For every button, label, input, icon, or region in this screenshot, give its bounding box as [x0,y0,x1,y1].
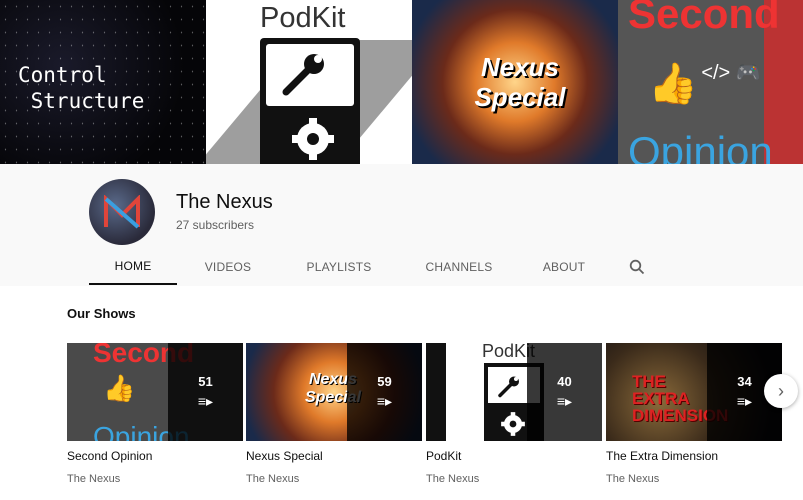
tab-about[interactable]: ABOUT [514,249,614,285]
show-title[interactable]: PodKit [426,449,602,463]
wrench-icon [498,376,519,398]
playlist-count-overlay: 59 ≡▸ [347,343,422,441]
home-content: Our Shows Second 👍 Opinion 51 ≡▸ Second … [0,286,803,500]
show-card[interactable]: Nexus Special 59 ≡▸ Nexus Special The Ne… [246,343,422,485]
playlist-thumbnail[interactable]: Second 👍 Opinion 51 ≡▸ [67,343,243,441]
next-arrow-button[interactable]: › [764,374,798,408]
thumbs-up-icon: 👍 [103,373,136,403]
show-card[interactable]: Second 👍 Opinion 51 ≡▸ Second Opinion Th… [67,343,243,485]
playlist-icon: ≡▸ [197,393,214,409]
video-count: 34 [737,374,752,389]
channel-tabs: HOME VIDEOS PLAYLISTS CHANNELS ABOUT [89,249,650,285]
banner-tile-second-opinion: Second 👍 </> 🎮 Opinion [618,0,803,164]
channel-header: The Nexus 27 subscribers HOME VIDEOS PLA… [0,164,803,286]
banner-tile-text: PodKit [260,2,346,34]
subscriber-count: 27 subscribers [176,218,255,232]
show-title[interactable]: The Extra Dimension [606,449,782,463]
tab-playlists[interactable]: PLAYLISTS [274,249,404,285]
playlist-thumbnail[interactable]: THE EXTRA DIMENSION 34 ≡▸ [606,343,782,441]
show-title[interactable]: Nexus Special [246,449,422,463]
banner-tile-podkit: PodKit [206,0,412,164]
show-title[interactable]: Second Opinion [67,449,243,463]
banner-tile-text: Opinion [628,128,773,164]
video-count: 59 [377,374,392,389]
show-channel[interactable]: The Nexus [246,473,422,485]
channel-name: The Nexus [176,191,273,213]
show-channel[interactable]: The Nexus [426,473,602,485]
video-count: 51 [198,374,213,389]
show-card[interactable]: PodKit 40 ≡▸ PodKit The Nexus [426,343,602,485]
playlist-thumbnail[interactable]: Nexus Special 59 ≡▸ [246,343,422,441]
section-title[interactable]: Our Shows [67,306,136,321]
banner-tile-icons: </> 🎮 [701,62,761,84]
gear-icon [501,412,525,436]
show-channel[interactable]: The Nexus [606,473,782,485]
playlist-count-overlay: 40 ≡▸ [527,343,602,441]
wrench-icon [282,54,324,96]
tab-channels[interactable]: CHANNELS [404,249,514,285]
show-card[interactable]: THE EXTRA DIMENSION 34 ≡▸ The Extra Dime… [606,343,782,485]
playlist-icon: ≡▸ [556,393,573,409]
banner-tile-nexus-special: Nexus Special [412,0,618,164]
banner-tile-text: Nexus Special [474,52,566,112]
banner-tile-control-structure: Control Structure [0,0,206,164]
thumbnail-text: THE EXTRA DIMENSION [632,372,729,425]
tab-videos[interactable]: VIDEOS [182,249,274,285]
channel-banner: Control Structure PodKit Nexus Special S… [0,0,803,164]
playlist-icon: ≡▸ [376,393,393,409]
playlist-icon: ≡▸ [736,393,753,409]
show-channel[interactable]: The Nexus [67,473,243,485]
nexus-logo-icon [104,195,140,229]
banner-tile-text: Control Structure [18,63,145,113]
search-icon[interactable] [624,249,650,285]
tab-home[interactable]: HOME [89,249,177,285]
playlist-thumbnail[interactable]: PodKit 40 ≡▸ [426,343,602,441]
playlist-count-overlay: 51 ≡▸ [168,343,243,441]
banner-tile-text: Second [628,0,780,37]
avatar[interactable] [89,179,155,245]
chevron-right-icon: › [778,380,784,401]
video-count: 40 [557,374,572,389]
gear-icon [292,118,334,160]
